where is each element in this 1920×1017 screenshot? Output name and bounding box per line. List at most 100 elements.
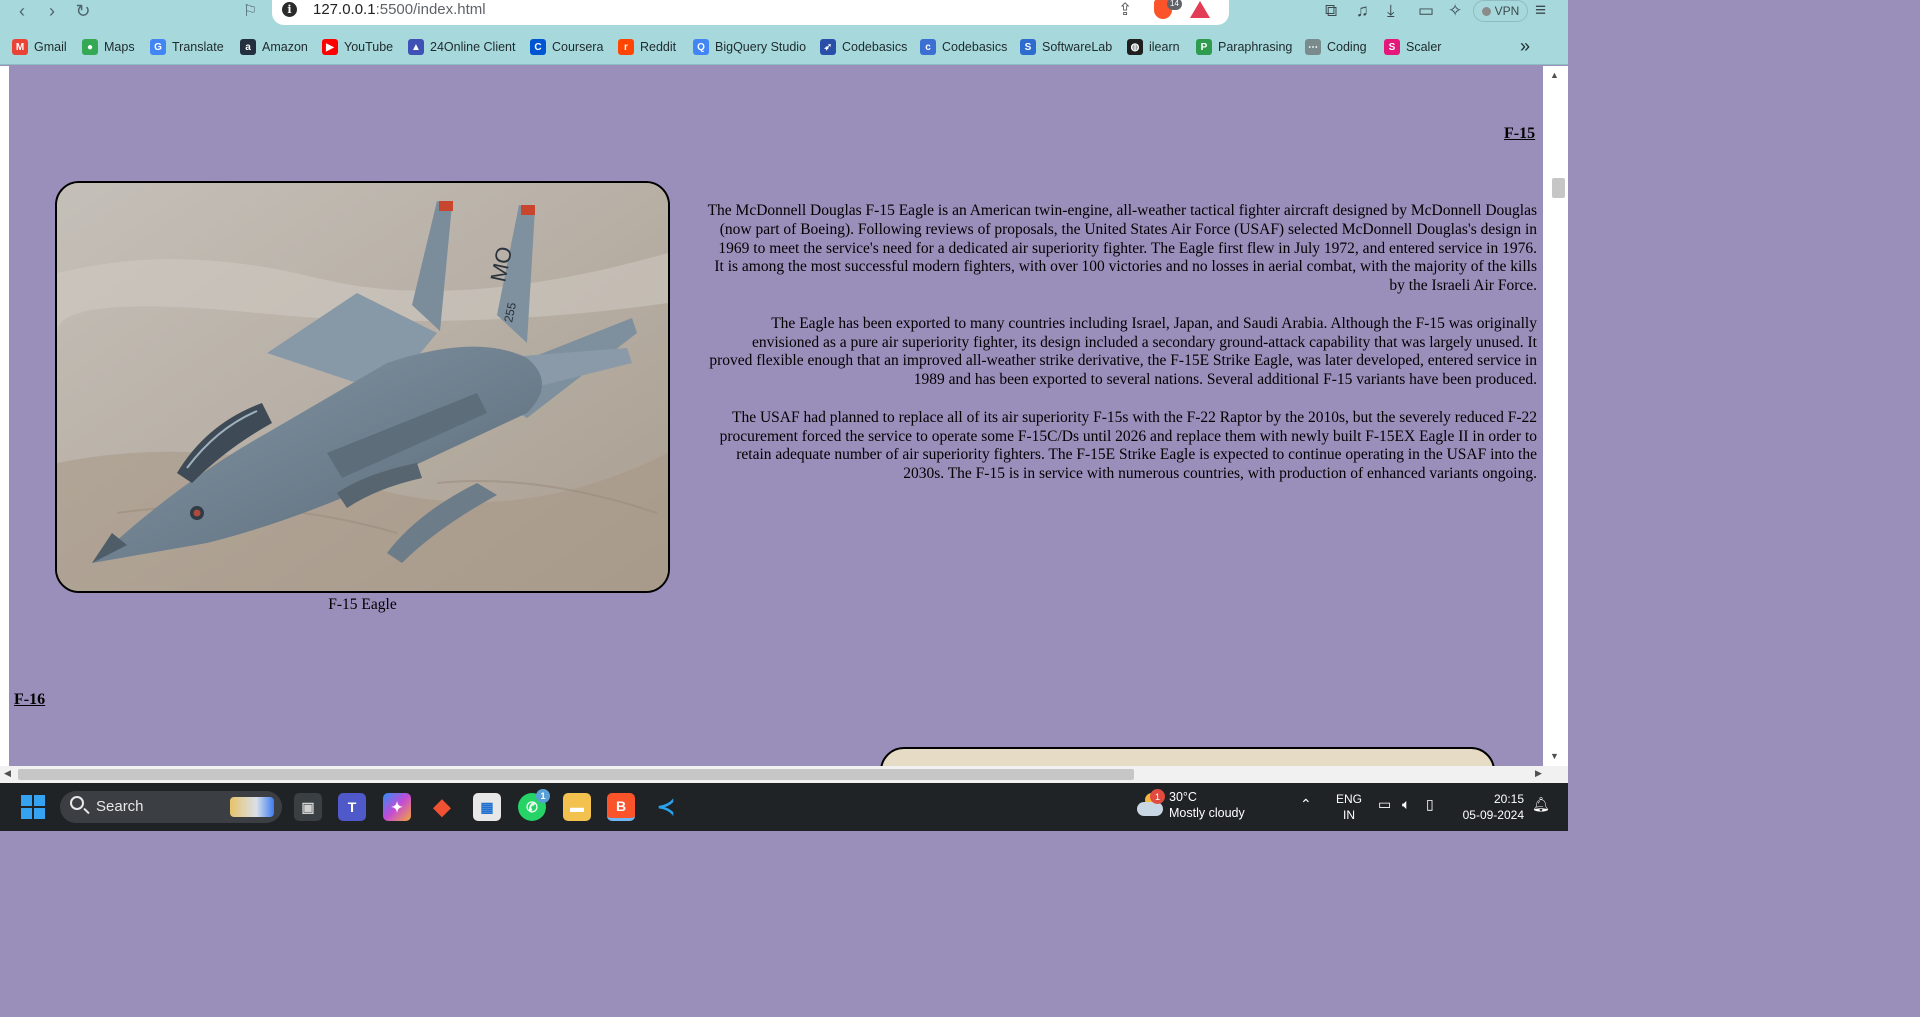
bookmark-14[interactable]: ⋯ Coding (1305, 36, 1367, 58)
windows-start-icon[interactable] (21, 795, 45, 819)
forward-arrow-icon[interactable]: › (41, 0, 63, 22)
f15-description: The McDonnell Douglas F-15 Eagle is an A… (707, 202, 1537, 503)
brave-browser-icon[interactable]: B (607, 793, 635, 821)
volume-icon[interactable]: 🔈︎ (1402, 796, 1410, 813)
brave-rewards-icon[interactable] (1190, 1, 1210, 18)
scroll-up-arrow-icon[interactable]: ▲ (1550, 70, 1559, 80)
bookmark-icon[interactable]: ⚐ (239, 0, 261, 22)
bookmark-1[interactable]: ● Maps (82, 36, 135, 58)
bookmark-9[interactable]: ➶ Codebasics (820, 36, 907, 58)
translate-icon: G (150, 39, 166, 55)
bookmark-15[interactable]: S Scaler (1384, 36, 1441, 58)
whatsapp-badge: 1 (536, 789, 550, 803)
weather-description[interactable]: Mostly cloudy (1169, 806, 1245, 820)
bookmark-label: ilearn (1149, 40, 1180, 54)
git-icon[interactable]: ◆ (428, 793, 456, 821)
bookmark-0[interactable]: M Gmail (12, 36, 67, 58)
bookmark-8[interactable]: Q BigQuery Studio (693, 36, 806, 58)
browser-toolbar: ‹ › ↻ ⚐ i 127.0.0.1:5500/index.html ⇪ 14… (0, 0, 1568, 32)
bookmark-5[interactable]: ▲ 24Online Client (408, 36, 515, 58)
bookmark-label: Gmail (34, 40, 67, 54)
weather-temperature[interactable]: 30°C (1169, 790, 1197, 804)
download-icon[interactable]: ⤓ (1387, 0, 1395, 22)
bookmark-12[interactable]: ◍ ilearn (1127, 36, 1180, 58)
bookmark-6[interactable]: C Coursera (530, 36, 603, 58)
horizontal-scrollbar[interactable]: ◀ ▶ (0, 766, 1568, 783)
bookmark-2[interactable]: G Translate (150, 36, 224, 58)
bookmark-11[interactable]: S SoftwareLab (1020, 36, 1112, 58)
bookmark-label: Maps (104, 40, 135, 54)
bookmark-label: Coding (1327, 40, 1367, 54)
bookmark-label: Amazon (262, 40, 308, 54)
file-explorer-icon[interactable]: ▬ (563, 793, 591, 821)
teams-icon[interactable]: T (338, 793, 366, 821)
network-icon[interactable]: ▭ (1378, 796, 1391, 813)
url-host: 127.0.0.1 (313, 1, 376, 18)
softwarelab-icon: S (1020, 39, 1036, 55)
site-info-icon[interactable]: i (282, 2, 297, 17)
bookmark-label: Codebasics (842, 40, 908, 54)
language-code: ENG (1336, 792, 1363, 806)
bookmark-10[interactable]: c Codebasics (920, 36, 1007, 58)
copilot-icon[interactable]: ✦ (383, 793, 411, 821)
taskbar-search[interactable]: Search (60, 791, 282, 823)
bookmark-label: Translate (172, 40, 224, 54)
scroll-right-arrow-icon[interactable]: ▶ (1535, 768, 1542, 779)
back-arrow-icon[interactable]: ‹ (11, 0, 33, 22)
bookmark-label: Coursera (552, 40, 604, 54)
microsoft-store-icon[interactable]: ▦ (473, 793, 501, 821)
bookmark-label: Codebasics (942, 40, 1008, 54)
bookmark-13[interactable]: P Paraphrasing (1196, 36, 1292, 58)
task-view-icon[interactable]: ▣ (294, 793, 322, 821)
whatsapp-icon[interactable]: ✆ 1 (518, 789, 550, 821)
menu-icon[interactable]: ≡ (1535, 0, 1546, 22)
f15-heading: F-15 (1504, 125, 1536, 142)
codebasics-icon: c (920, 39, 936, 55)
windows-taskbar: Search ▣ T ✦ ◆ ▦ ✆ 1 ▬ B ≺ 1 30°C Mostly … (0, 783, 1568, 831)
vscode-icon[interactable]: ≺ (652, 793, 680, 821)
bookmark-4[interactable]: ▶ YouTube (322, 36, 393, 58)
vertical-scroll-thumb[interactable] (1552, 178, 1565, 198)
battery-icon[interactable]: ▯ (1426, 796, 1434, 813)
vpn-status-icon (1481, 6, 1491, 16)
page-viewport: F-15 MO 255 F-15 Eagle The McDonnell Dou… (0, 66, 1568, 783)
brave-shields-badge: 14 (1167, 0, 1182, 10)
bookmark-7[interactable]: r Reddit (618, 36, 676, 58)
bookmark-label: Scaler (1406, 40, 1442, 54)
address-bar[interactable]: i 127.0.0.1:5500/index.html ⇪ 14 (272, 0, 1229, 25)
coursera-icon: C (530, 39, 546, 55)
reload-icon[interactable]: ↻ (72, 0, 94, 22)
scroll-down-arrow-icon[interactable]: ▼ (1550, 751, 1559, 761)
bookmark-label: Paraphrasing (1218, 40, 1293, 54)
wallet-icon[interactable]: ▭ (1418, 0, 1434, 22)
vpn-button[interactable]: VPN (1473, 0, 1528, 22)
bookmark-label: BigQuery Studio (715, 40, 807, 54)
f15-eagle-photo: MO 255 (57, 183, 668, 591)
horizontal-scroll-thumb[interactable] (18, 769, 1134, 780)
music-icon[interactable]: ♫ (1356, 0, 1369, 22)
chevron-up-icon[interactable]: ⌃ (1300, 796, 1312, 813)
url-path: :5500/index.html (375, 1, 486, 18)
extensions-icon[interactable]: ⧉ (1325, 0, 1337, 22)
bookmarks-overflow-icon[interactable]: » (1520, 36, 1530, 57)
search-highlight-icon (230, 797, 274, 817)
vertical-scrollbar[interactable]: ▲ ▼ (1543, 66, 1568, 766)
clock-time: 20:15 (1493, 792, 1524, 806)
language-region: IN (1343, 808, 1355, 822)
vpn-label: VPN (1494, 4, 1520, 18)
f15-paragraph-2: The Eagle has been exported to many coun… (709, 314, 1537, 389)
scroll-left-arrow-icon[interactable]: ◀ (4, 768, 11, 779)
search-icon (70, 796, 84, 810)
system-clock[interactable]: 20:15 05-09-2024 (1460, 791, 1524, 823)
search-label: Search (96, 798, 144, 815)
leo-ai-icon[interactable]: ✧ (1448, 0, 1462, 22)
language-indicator[interactable]: ENG IN (1336, 791, 1362, 823)
address-url[interactable]: 127.0.0.1:5500/index.html (313, 1, 486, 18)
notification-bell-icon[interactable]: 🔔︎ (1532, 796, 1550, 813)
f15-caption: F-15 Eagle (328, 596, 397, 613)
paraphrasing-icon: P (1196, 39, 1212, 55)
bookmark-3[interactable]: a Amazon (240, 36, 308, 58)
bookmark-label: Reddit (640, 40, 677, 54)
share-icon[interactable]: ⇪ (1118, 0, 1132, 20)
youtube-icon: ▶ (322, 39, 338, 55)
